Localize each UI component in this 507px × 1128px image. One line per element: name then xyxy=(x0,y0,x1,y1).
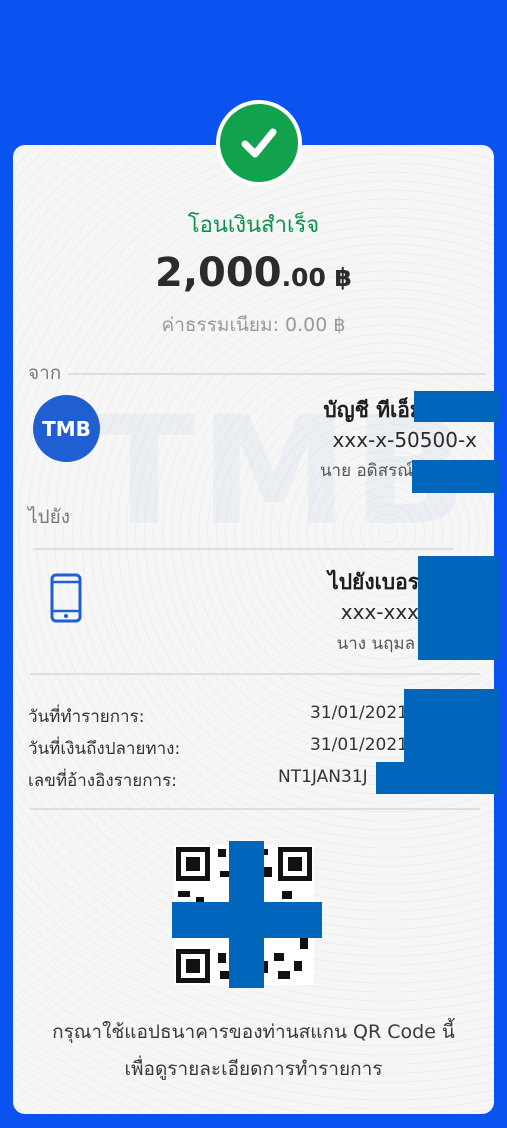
amount-main: 2,000 xyxy=(155,250,282,296)
to-account-title: ไปยังเบอร xyxy=(328,570,419,594)
from-account-number: xxx-x-50500-x xyxy=(332,428,477,452)
footer-instruction-line1: กรุณาใช้แอปธนาคารของท่านสแกน QR Code นี้ xyxy=(52,1021,455,1043)
success-badge xyxy=(216,100,302,186)
to-label: ไปยัง xyxy=(28,506,71,528)
transaction-date-value: 31/01/2021 xyxy=(310,703,408,723)
tmb-logo: TMB xyxy=(33,395,100,462)
qr-divider xyxy=(30,808,480,810)
to-account-name: นาง นฤมล xyxy=(336,634,415,654)
redaction-block xyxy=(418,556,500,660)
transaction-date-label: วันที่ทำรายการ: xyxy=(28,707,145,727)
from-divider xyxy=(68,373,486,375)
from-label: จาก xyxy=(28,362,62,384)
to-account-number: xxx-xxx xyxy=(340,600,419,624)
redaction-block xyxy=(376,762,500,794)
reference-label: เลขที่อ้างอิงรายการ: xyxy=(28,771,177,791)
details-divider xyxy=(30,673,480,675)
phone-icon xyxy=(50,573,82,623)
transfer-amount: 2,000.00 ฿ xyxy=(0,250,507,296)
to-divider xyxy=(33,548,453,550)
redaction-block xyxy=(414,391,499,422)
footer-instruction-line2: เพื่อดูรายละเอียดการทำรายการ xyxy=(124,1058,383,1080)
check-icon xyxy=(241,128,277,158)
from-account-name: นาย อดิสรณ์ xyxy=(319,461,413,481)
arrival-date-value: 31/01/2021 xyxy=(310,735,408,755)
redaction-block xyxy=(412,460,500,493)
transfer-fee: ค่าธรรมเนียม: 0.00 ฿ xyxy=(161,314,346,336)
amount-decimal: .00 ฿ xyxy=(281,263,352,292)
arrival-date-label: วันที่เงินถึงปลายทาง: xyxy=(28,739,181,759)
reference-value: NT1JAN31J xyxy=(278,767,368,787)
transfer-status: โอนเงินสำเร็จ xyxy=(187,213,320,238)
redaction-block xyxy=(172,902,322,938)
